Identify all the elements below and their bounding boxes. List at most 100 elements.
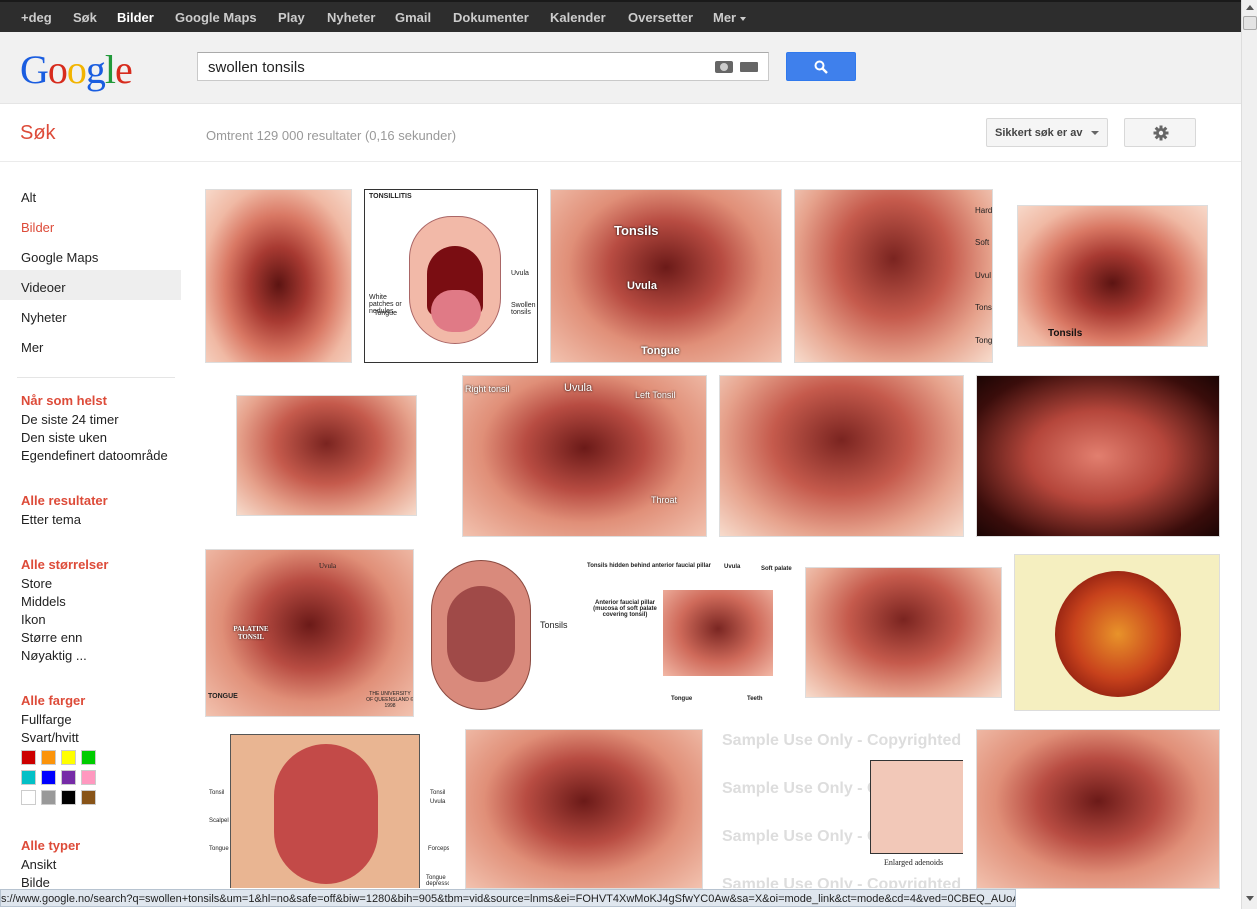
filter-heading[interactable]: Når som helst <box>21 393 168 408</box>
filter-heading[interactable]: Alle typer <box>21 838 80 853</box>
topnav-item-more[interactable]: Mer <box>713 10 747 25</box>
topnav-more-label: Mer <box>713 10 737 25</box>
inset-illustration <box>870 760 963 854</box>
image-label: Hard <box>975 206 993 215</box>
filter-item[interactable]: De siste 24 timer <box>21 411 168 429</box>
photo-inset <box>663 590 773 676</box>
camera-icon[interactable] <box>715 61 733 73</box>
filter-item[interactable]: Middels <box>21 593 108 611</box>
image-result[interactable] <box>719 375 964 537</box>
filter-item[interactable]: Ikon <box>21 611 108 629</box>
magnifier-icon <box>814 60 828 74</box>
color-swatch[interactable] <box>21 750 36 765</box>
color-swatch[interactable] <box>41 790 56 805</box>
image-result[interactable] <box>465 729 703 889</box>
image-result[interactable]: Tonsils <box>426 549 574 717</box>
topnav-item-calendar[interactable]: Kalender <box>550 10 606 25</box>
color-swatch[interactable] <box>21 770 36 785</box>
filter-item[interactable]: Den siste uken <box>21 429 168 447</box>
nav-item-news[interactable]: Nyheter <box>0 300 181 330</box>
filter-item[interactable]: Ansikt <box>21 856 80 874</box>
mouth-illustration <box>274 744 378 884</box>
image-label: Throat <box>651 495 678 505</box>
watermark: Sample Use Only - Copyrighted <box>722 876 962 889</box>
safesearch-dropdown[interactable]: Sikkert søk er av <box>986 118 1108 147</box>
topnav-item-gmail[interactable]: Gmail <box>395 10 431 25</box>
nav-item-images[interactable]: Bilder <box>0 210 181 240</box>
image-label: Tonsils <box>1048 328 1083 339</box>
scroll-up-icon[interactable] <box>1246 5 1254 10</box>
filter-item[interactable]: Egendefinert datoområde <box>21 447 168 465</box>
image-result[interactable]: Sample Use Only - Copyrighted Sample Use… <box>719 729 964 889</box>
nav-item-maps[interactable]: Google Maps <box>0 240 181 270</box>
image-label: Tongue depressor <box>426 875 449 887</box>
image-result[interactable]: Tonsils hidden behind anterior faucial p… <box>586 561 793 705</box>
image-label: Soft palate <box>761 566 792 572</box>
image-result[interactable] <box>976 375 1220 537</box>
image-result[interactable]: Right tonsil Uvula Left Tonsil Throat <box>462 375 707 537</box>
nav-item-videos[interactable]: Videoer <box>0 270 181 300</box>
topnav-item-docs[interactable]: Dokumenter <box>453 10 529 25</box>
scroll-down-icon[interactable] <box>1246 896 1254 901</box>
filter-item[interactable]: Svart/hvitt <box>21 729 85 747</box>
topnav-item-play[interactable]: Play <box>278 10 305 25</box>
color-swatch[interactable] <box>41 770 56 785</box>
image-label: Uvula <box>430 799 446 805</box>
image-label: Swollen tonsils <box>511 302 536 316</box>
result-stats: Omtrent 129 000 resultater (0,16 sekunde… <box>206 128 457 143</box>
image-result[interactable]: Tonsils Uvula Tongue <box>550 189 782 363</box>
topnav-item-images[interactable]: Bilder <box>117 10 154 25</box>
image-label: TONGUE <box>208 693 238 700</box>
topnav-item-search[interactable]: Søk <box>73 10 97 25</box>
topnav-item-news[interactable]: Nyheter <box>327 10 375 25</box>
image-label: Anterior faucial pillar (mucosa of soft … <box>593 600 657 618</box>
filter-item[interactable]: Nøyaktig ... <box>21 647 108 665</box>
color-swatch[interactable] <box>81 770 96 785</box>
search-input[interactable]: swollen tonsils <box>197 52 769 81</box>
color-swatch[interactable] <box>61 750 76 765</box>
top-nav-bar: +deg Søk Bilder Google Maps Play Nyheter… <box>0 0 1241 32</box>
keyboard-icon[interactable] <box>740 62 758 72</box>
image-result[interactable] <box>205 189 352 363</box>
tongue-illustration <box>431 290 481 332</box>
image-label: Tongue <box>671 696 693 702</box>
image-label: Tongue <box>209 846 229 852</box>
image-label: TONSILLITIS <box>369 193 412 200</box>
search-button[interactable] <box>786 52 856 81</box>
filter-item[interactable]: Etter tema <box>21 511 108 529</box>
color-swatch[interactable] <box>81 790 96 805</box>
filter-heading[interactable]: Alle resultater <box>21 493 108 508</box>
filter-item[interactable]: Større enn <box>21 629 108 647</box>
image-result[interactable]: Uvula PALATINE TONSIL TONGUE THE UNIVERS… <box>205 549 414 717</box>
image-result[interactable] <box>1014 554 1220 711</box>
color-swatch[interactable] <box>61 790 76 805</box>
nav-item-all[interactable]: Alt <box>0 180 181 210</box>
filter-item[interactable]: Fullfarge <box>21 711 85 729</box>
image-result[interactable]: TONSILLITIS White patches or nodules Uvu… <box>364 189 538 363</box>
scrollbar[interactable] <box>1241 0 1257 909</box>
image-result[interactable]: Tonsils <box>1017 205 1208 347</box>
color-swatch[interactable] <box>41 750 56 765</box>
image-label: Tons <box>975 303 992 312</box>
logo-letter: g <box>85 47 106 92</box>
topnav-item-translate[interactable]: Oversetter <box>628 10 693 25</box>
topnav-item-plus[interactable]: +deg <box>21 10 52 25</box>
settings-button[interactable] <box>1124 118 1196 147</box>
nav-item-more[interactable]: Mer <box>0 330 181 360</box>
google-logo[interactable]: Google <box>20 46 133 93</box>
filter-heading[interactable]: Alle farger <box>21 693 85 708</box>
color-swatch[interactable] <box>81 750 96 765</box>
image-result[interactable] <box>976 729 1220 889</box>
scroll-thumb[interactable] <box>1243 16 1257 30</box>
filter-item[interactable]: Store <box>21 575 108 593</box>
image-result[interactable] <box>805 567 1002 698</box>
filter-heading[interactable]: Alle størrelser <box>21 557 108 572</box>
topnav-item-maps[interactable]: Google Maps <box>175 10 257 25</box>
image-result[interactable] <box>236 395 417 516</box>
image-label: Tonsils <box>540 620 568 630</box>
image-result[interactable]: Hard Soft Uvul Tons Tong <box>794 189 993 363</box>
color-swatch[interactable] <box>21 790 36 805</box>
image-result[interactable]: Tonsil Scalpel Tongue Tonsil Uvula Force… <box>205 729 450 889</box>
status-url: s://www.google.no/search?q=swollen+tonsi… <box>1 893 1016 905</box>
color-swatch[interactable] <box>61 770 76 785</box>
